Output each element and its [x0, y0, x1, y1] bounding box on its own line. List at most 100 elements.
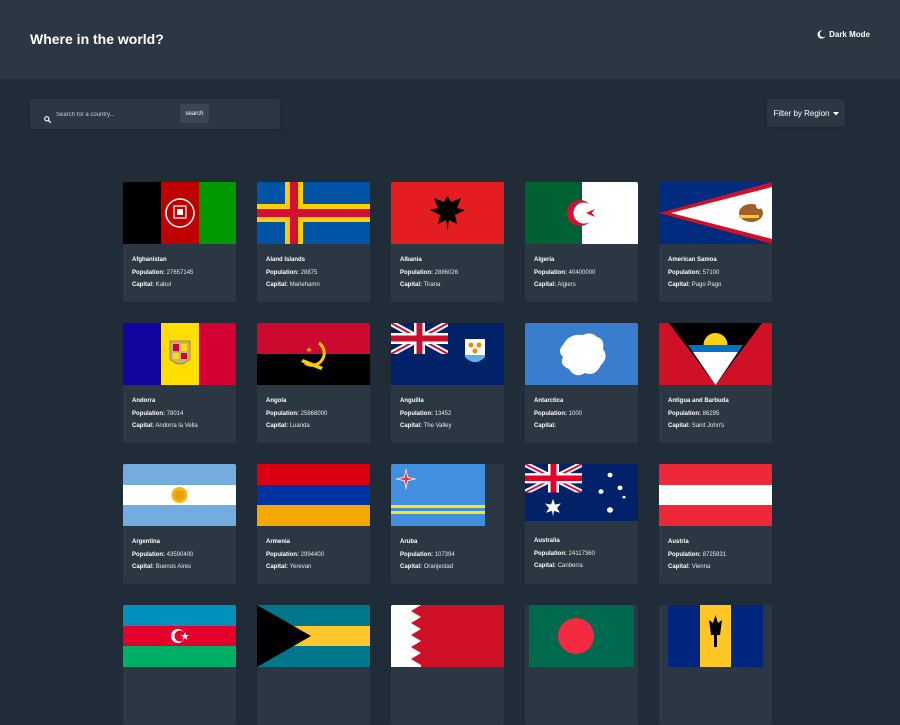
capital-value: Tirana	[423, 282, 441, 288]
country-card[interactable]: Argentina Population: 43590400 Capital: …	[123, 464, 236, 584]
population-value: 25868000	[300, 411, 328, 417]
country-card[interactable]: Antigua and Barbuda Population: 86295 Ca…	[659, 323, 772, 443]
search-input[interactable]	[54, 107, 178, 123]
population-value: 8725931	[702, 552, 727, 558]
population-value: 28875	[300, 270, 318, 276]
caret-down-icon	[832, 109, 839, 118]
population-value: 1000	[568, 411, 583, 417]
population-value: 24117360	[568, 551, 595, 557]
population-label: Population:	[132, 411, 165, 417]
capital-value: Luanda	[289, 423, 310, 429]
capital-label: Capital:	[132, 423, 155, 429]
flag-armenia	[257, 464, 370, 526]
country-name: Angola	[266, 398, 287, 404]
flag-aruba	[391, 464, 485, 526]
population-value: 86295	[702, 411, 720, 417]
app-title: Where in the world?	[30, 31, 164, 47]
population-value: 27657145	[166, 270, 194, 276]
capital-label: Capital:	[400, 282, 423, 288]
country-card[interactable]	[123, 605, 236, 725]
country-name: Aland Islands	[266, 257, 306, 263]
population-value: 57100	[702, 270, 720, 276]
country-card[interactable]: Armenia Population: 2994400 Capital: Yer…	[257, 464, 370, 584]
capital-label: Capital:	[534, 563, 557, 569]
country-card[interactable]: Angola Population: 25868000 Capital: Lua…	[257, 323, 370, 443]
country-card[interactable]: American Samoa Population: 57100 Capital…	[659, 182, 772, 302]
flag-barbados	[659, 605, 772, 667]
country-card[interactable]	[391, 605, 504, 725]
flag-bahamas	[257, 605, 370, 667]
capital-label: Capital:	[266, 282, 289, 288]
capital-value: Kabul	[155, 282, 172, 288]
capital-value: Oranjestad	[423, 564, 454, 570]
population-label: Population:	[132, 552, 165, 558]
flag-anguilla	[391, 323, 504, 385]
country-card[interactable]	[257, 605, 370, 725]
capital-label: Capital:	[266, 564, 289, 570]
population-label: Population:	[400, 552, 433, 558]
country-card[interactable]	[659, 605, 772, 725]
capital-label: Capital:	[400, 564, 423, 570]
flag-angola	[257, 323, 370, 385]
capital-label: Capital:	[534, 282, 557, 288]
population-value: 2994400	[300, 552, 325, 558]
country-card[interactable]: Aland Islands Population: 28875 Capital:…	[257, 182, 370, 302]
capital-label: Capital:	[266, 423, 289, 429]
country-name: American Samoa	[668, 257, 717, 263]
flag-aland-islands	[257, 182, 370, 244]
country-name: Antigua and Barbuda	[668, 398, 729, 404]
app-header: Where in the world? Dark Mode	[0, 0, 900, 79]
country-card[interactable]: Antarctica Population: 1000 Capital:	[525, 323, 638, 443]
population-label: Population:	[534, 270, 567, 276]
dark-mode-label: Dark Mode	[829, 30, 870, 39]
search-button[interactable]: search	[180, 104, 209, 123]
capital-label: Capital:	[668, 564, 691, 570]
country-card[interactable]: Albania Population: 2886026 Capital: Tir…	[391, 182, 504, 302]
country-card[interactable]: Austria Population: 8725931 Capital: Vie…	[659, 464, 772, 584]
population-value: 13452	[434, 411, 452, 417]
flag-antarctica	[525, 323, 638, 385]
region-filter-dropdown[interactable]: Filter by Region	[767, 99, 845, 127]
population-label: Population:	[668, 552, 701, 558]
dark-mode-toggle[interactable]: Dark Mode	[817, 30, 870, 39]
flag-algeria	[525, 182, 638, 244]
population-label: Population:	[400, 270, 433, 276]
population-value: 43590400	[166, 552, 194, 558]
capital-value: Vienna	[691, 564, 711, 570]
flag-bahrain	[391, 605, 504, 667]
country-card[interactable]: Anguilla Population: 13452 Capital: The …	[391, 323, 504, 443]
country-name: Australia	[534, 538, 560, 544]
flag-azerbaijan	[123, 605, 236, 667]
population-value: 2886026	[434, 270, 459, 276]
search-box: search	[30, 99, 280, 129]
capital-label: Capital:	[668, 282, 691, 288]
country-name: Andorra	[132, 398, 156, 404]
search-icon	[44, 110, 52, 128]
country-card[interactable]: Algeria Population: 40400000 Capital: Al…	[525, 182, 638, 302]
capital-label: Capital:	[400, 423, 423, 429]
country-name: Argentina	[132, 539, 161, 545]
country-grid: Afghanistan Population: 27657145 Capital…	[123, 182, 772, 725]
country-name: Afghanistan	[132, 257, 167, 263]
flag-afghanistan	[123, 182, 236, 244]
population-label: Population:	[668, 411, 701, 417]
flag-austria	[659, 464, 772, 526]
country-name: Antarctica	[534, 398, 564, 404]
capital-value: Algiers	[557, 282, 576, 288]
country-card[interactable]	[525, 605, 638, 725]
region-filter-label: Filter by Region	[773, 108, 830, 118]
country-card[interactable]: Andorra Population: 78014 Capital: Andor…	[123, 323, 236, 443]
population-label: Population:	[534, 411, 567, 417]
flag-antigua-and-barbuda	[659, 323, 772, 385]
country-card[interactable]: Afghanistan Population: 27657145 Capital…	[123, 182, 236, 302]
flag-andorra	[123, 323, 236, 385]
country-card[interactable]: Australia Population: 24117360 Capital: …	[525, 464, 638, 584]
capital-value: The Valley	[423, 423, 452, 429]
country-card[interactable]: Aruba Population: 107394 Capital: Oranje…	[391, 464, 504, 584]
capital-label: Capital:	[534, 423, 557, 429]
capital-value: Pago Pago	[691, 282, 722, 288]
flag-australia	[525, 464, 638, 521]
capital-value: Yerevan	[289, 564, 312, 570]
capital-value: Mariehamn	[289, 282, 320, 288]
population-label: Population:	[266, 552, 299, 558]
